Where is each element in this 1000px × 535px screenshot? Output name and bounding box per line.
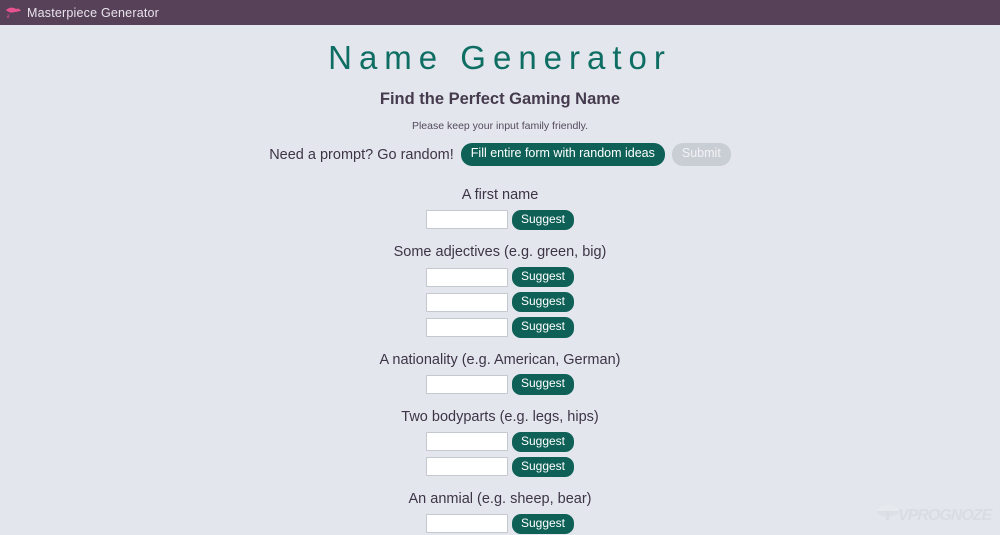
field-group: Some adjectives (e.g. green, big) Suggest… <box>0 235 1000 338</box>
random-prompt-row: Need a prompt? Go random! Fill entire fo… <box>0 132 1000 166</box>
suggest-button[interactable]: Suggest <box>511 292 575 313</box>
suggest-button[interactable]: Suggest <box>511 266 575 288</box>
text-input[interactable] <box>425 457 508 477</box>
field-row: Suggest <box>0 431 1000 452</box>
name-generator-form: A first name Suggest Some adjectives (e.g.… <box>0 166 1000 535</box>
text-input[interactable] <box>425 292 508 312</box>
suggest-button[interactable]: Suggest <box>511 317 575 338</box>
field-label: Two bodyparts (e.g. legs, hips) <box>401 408 599 425</box>
page-note: Please keep your input family friendly. <box>411 120 589 133</box>
page-subtitle: Find the Perfect Gaming Name <box>379 90 621 108</box>
field-row: Suggest <box>0 209 1000 231</box>
field-row: Suggest <box>0 317 1000 338</box>
app-logo-icon <box>4 3 24 23</box>
text-input[interactable] <box>425 514 508 534</box>
field-label: A first name <box>461 186 539 203</box>
field-row: Suggest <box>0 266 1000 288</box>
text-input[interactable] <box>425 210 508 230</box>
fill-random-button[interactable]: Fill entire form with random ideas <box>460 143 665 166</box>
suggest-button[interactable]: Suggest <box>511 456 575 477</box>
page-title: Name Generator <box>328 39 672 76</box>
text-input[interactable] <box>425 267 508 287</box>
field-label: Some adjectives (e.g. green, big) <box>393 244 607 261</box>
suggest-button[interactable]: Suggest <box>511 431 575 452</box>
field-group: Two bodyparts (e.g. legs, hips) Suggest Su… <box>0 400 1000 477</box>
field-row: Suggest <box>0 292 1000 313</box>
page-content: Name Generator Find the Perfect Gaming N… <box>0 25 1000 535</box>
field-row: Suggest <box>0 374 1000 395</box>
text-input[interactable] <box>425 375 508 395</box>
text-input[interactable] <box>425 317 508 337</box>
field-group: An anmial (e.g. sheep, bear) Suggest <box>0 482 1000 535</box>
window-titlebar: Masterpiece Generator <box>0 0 1000 25</box>
field-label: A nationality (e.g. American, German) <box>379 351 621 368</box>
field-group: A nationality (e.g. American, German) Sug… <box>0 343 1000 395</box>
submit-button[interactable]: Submit <box>671 143 731 166</box>
field-row: Suggest <box>0 456 1000 477</box>
suggest-button[interactable]: Suggest <box>511 209 575 231</box>
field-row: Suggest <box>0 513 1000 535</box>
suggest-button[interactable]: Suggest <box>511 513 575 535</box>
suggest-button[interactable]: Suggest <box>511 374 575 395</box>
window-title: Masterpiece Generator <box>27 5 160 20</box>
random-prompt-text: Need a prompt? Go random! <box>269 146 454 163</box>
field-label: An anmial (e.g. sheep, bear) <box>408 490 592 507</box>
field-group: A first name Suggest <box>0 178 1000 231</box>
text-input[interactable] <box>425 432 508 452</box>
